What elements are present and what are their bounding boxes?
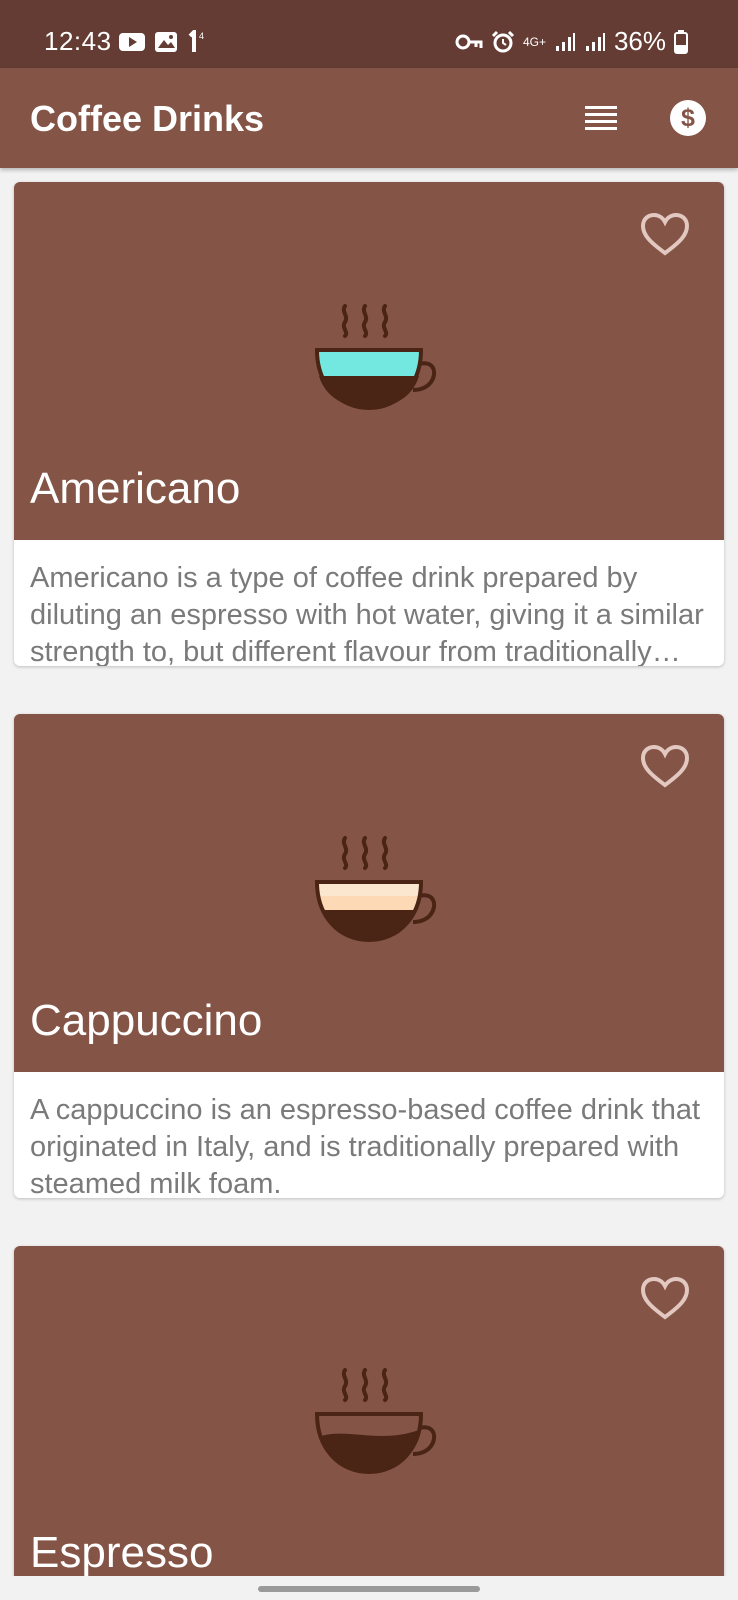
list-view-icon[interactable] xyxy=(580,98,622,138)
drink-name: Espresso xyxy=(30,1528,214,1576)
drink-card-media[interactable]: Cappuccino xyxy=(14,714,724,1072)
svg-text:$: $ xyxy=(681,104,695,132)
svg-text:4: 4 xyxy=(199,31,204,41)
drink-name: Americano xyxy=(30,464,241,513)
drink-card-media[interactable]: Espresso xyxy=(14,1246,724,1576)
vpn-key-icon xyxy=(455,34,483,49)
status-bar: 12:43 4 4G+ 36% xyxy=(0,0,738,68)
americano-cup-icon xyxy=(314,304,437,411)
signal-icon xyxy=(555,32,575,51)
drink-card-cappuccino[interactable]: Cappuccino A cappuccino is an espresso-b… xyxy=(14,714,724,1198)
drink-card-americano[interactable]: Americano Americano is a type of coffee … xyxy=(14,182,724,666)
navigation-bar xyxy=(0,1576,738,1600)
signal-icon xyxy=(585,32,605,51)
youtube-icon xyxy=(119,33,145,51)
cappuccino-cup-icon xyxy=(314,836,437,943)
battery-icon xyxy=(674,29,688,54)
system-icons: 4G+ 36% xyxy=(455,26,688,57)
status-time: 12:43 xyxy=(44,26,112,56)
drinks-list[interactable]: Americano Americano is a type of coffee … xyxy=(0,168,738,1576)
dollar-icon[interactable]: $ xyxy=(668,98,708,138)
drink-card-media[interactable]: Americano xyxy=(14,182,724,540)
drink-card-espresso[interactable]: Espresso xyxy=(14,1246,724,1576)
espresso-cup-icon xyxy=(314,1368,437,1475)
battery-percentage: 36% xyxy=(613,26,666,56)
network-4g-icon: 4G+ xyxy=(522,34,546,49)
drink-description: Americano is a type of coffee drink prep… xyxy=(30,562,704,666)
gallery-icon xyxy=(155,32,177,52)
notification-icons: 4 xyxy=(118,30,208,54)
alarm-icon xyxy=(491,30,514,52)
drink-name: Cappuccino xyxy=(30,996,263,1045)
heart-icon[interactable] xyxy=(640,212,690,258)
app-bar: Coffee Drinks $ xyxy=(0,68,738,168)
data-arrow-icon: 4 xyxy=(188,30,204,52)
heart-icon[interactable] xyxy=(640,744,690,790)
page-title: Coffee Drinks xyxy=(30,98,265,139)
home-gesture-handle[interactable] xyxy=(258,1586,480,1592)
drink-description: A cappuccino is an espresso-based coffee… xyxy=(30,1094,701,1198)
heart-icon[interactable] xyxy=(640,1276,690,1322)
